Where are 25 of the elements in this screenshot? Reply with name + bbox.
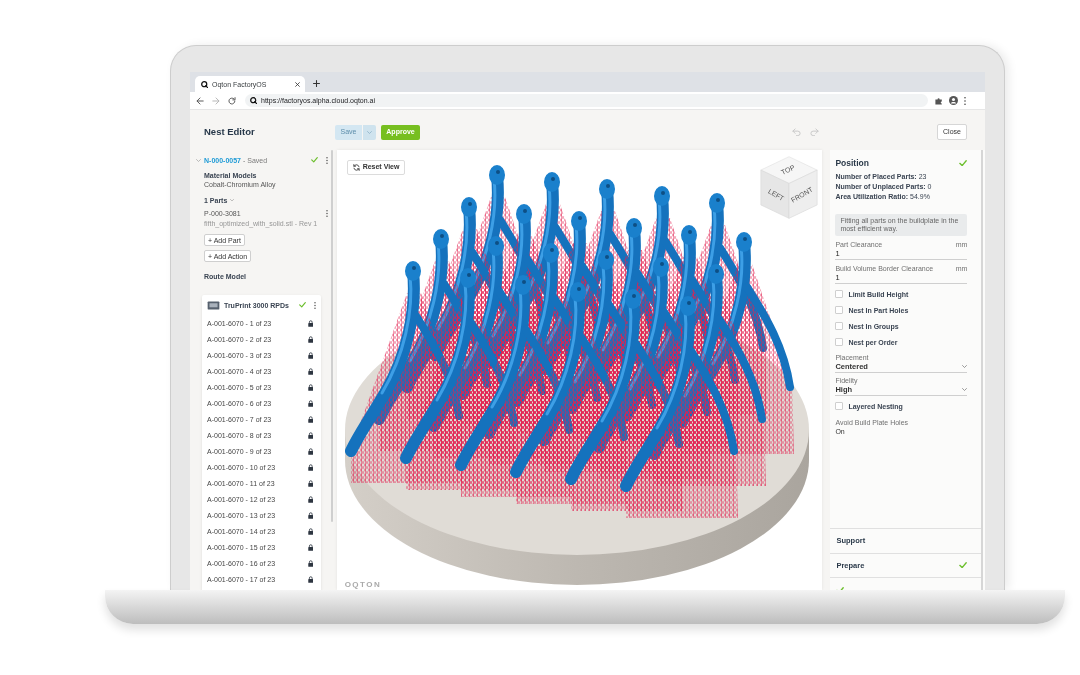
account-icon[interactable]: [949, 96, 958, 105]
checkbox[interactable]: [835, 402, 844, 410]
new-tab-icon[interactable]: [313, 80, 320, 87]
page-title: Nest Editor: [204, 126, 256, 138]
chevron-down-icon: [962, 388, 968, 391]
logo-icon: [201, 80, 208, 88]
reload-icon[interactable]: [228, 96, 236, 105]
checkbox[interactable]: [835, 338, 844, 346]
back-icon[interactable]: [196, 96, 204, 105]
chevron-down-icon[interactable]: [196, 158, 201, 162]
printer-icon: [207, 300, 220, 310]
section-title: Position: [835, 158, 869, 168]
close-icon[interactable]: [295, 81, 300, 87]
refresh-icon: [352, 164, 360, 171]
chevron-down-icon: [962, 365, 968, 368]
scrollbar[interactable]: [331, 150, 333, 522]
checkbox[interactable]: [835, 322, 844, 330]
puzzle-icon[interactable]: [935, 96, 943, 105]
checkbox[interactable]: [835, 306, 844, 314]
brand-mark: OQTON: [344, 580, 382, 589]
forward-icon[interactable]: [212, 96, 220, 105]
dropdown-button[interactable]: [363, 124, 376, 140]
logo-icon: [250, 97, 257, 104]
chevron-down-icon: [367, 130, 372, 134]
checkbox[interactable]: [835, 290, 844, 298]
